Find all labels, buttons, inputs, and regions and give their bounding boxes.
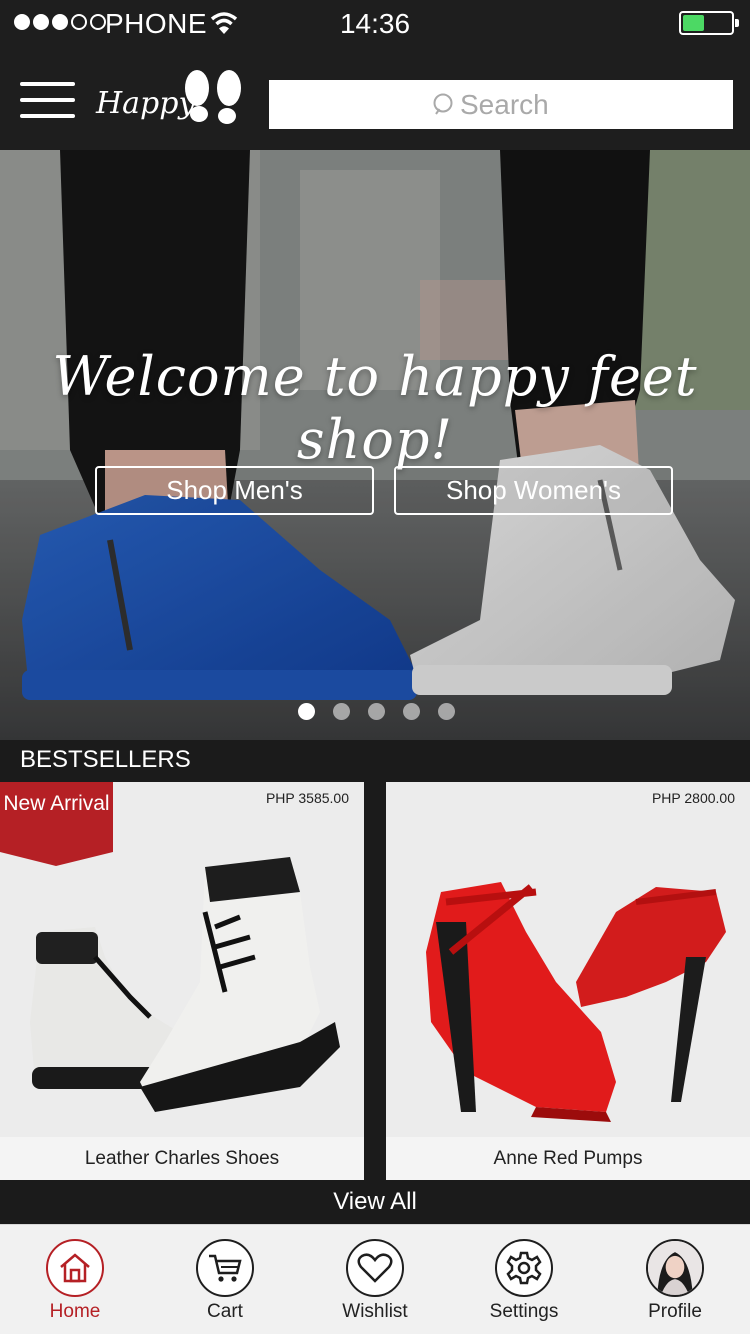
home-icon [46,1239,104,1297]
bottom-tab-bar: Home Cart Wishlist Settings Profile [0,1224,750,1334]
tab-wishlist[interactable]: Wishlist [315,1239,435,1323]
heart-icon [346,1239,404,1297]
gear-icon [495,1239,553,1297]
carousel-dot[interactable] [403,703,420,720]
tab-cart[interactable]: Cart [165,1239,285,1323]
product-price: PHP 2800.00 [651,790,735,806]
battery-level [683,15,704,31]
tab-label: Home [49,1301,101,1322]
badge-label: New Arrival [3,792,110,815]
search-icon [433,93,453,115]
battery-icon [679,11,739,35]
cart-icon [196,1239,254,1297]
product-name: Leather Charles Shoes [0,1137,364,1180]
product-name: Anne Red Pumps [386,1137,750,1180]
app-logo[interactable]: Happy [96,68,256,138]
product-card[interactable]: PHP 2800.00 Anne Red Pumps [386,782,750,1180]
search-bar[interactable] [269,80,733,129]
clock: 14:36 [339,8,411,39]
bestsellers-heading: BESTSELLERS [20,746,191,773]
product-price: PHP 3585.00 [265,790,349,806]
tab-label: Profile [648,1301,702,1322]
tab-label: Wishlist [342,1301,408,1322]
tab-profile[interactable]: Profile [615,1239,735,1323]
welcome-heading: Welcome to happy feet shop! [52,345,698,471]
hero-banner[interactable]: Welcome to happy feet shop! Shop Men's S… [0,150,750,740]
shop-womens-button[interactable]: Shop Women's [394,466,673,515]
shop-mens-button[interactable]: Shop Men's [95,466,374,515]
tab-settings[interactable]: Settings [464,1239,584,1323]
carousel-dot[interactable] [298,703,315,720]
carousel-dot[interactable] [368,703,385,720]
app-header: Happy [0,50,750,150]
status-bar: PHONE 14:36 [0,0,750,50]
menu-icon[interactable] [20,82,75,120]
footprints-icon [185,70,241,124]
search-input[interactable] [460,88,570,121]
tab-label: Cart [207,1301,243,1322]
carousel-dots [298,703,455,720]
avatar [646,1239,704,1297]
carousel-dot[interactable] [333,703,350,720]
product-card[interactable]: New Arrival PHP 3585.00 Leather Charles … [0,782,364,1180]
carousel-dot[interactable] [438,703,455,720]
tab-label: Settings [489,1301,559,1322]
tab-home[interactable]: Home [15,1239,135,1323]
view-all-button[interactable]: View All [0,1180,750,1224]
product-image [426,882,726,1122]
